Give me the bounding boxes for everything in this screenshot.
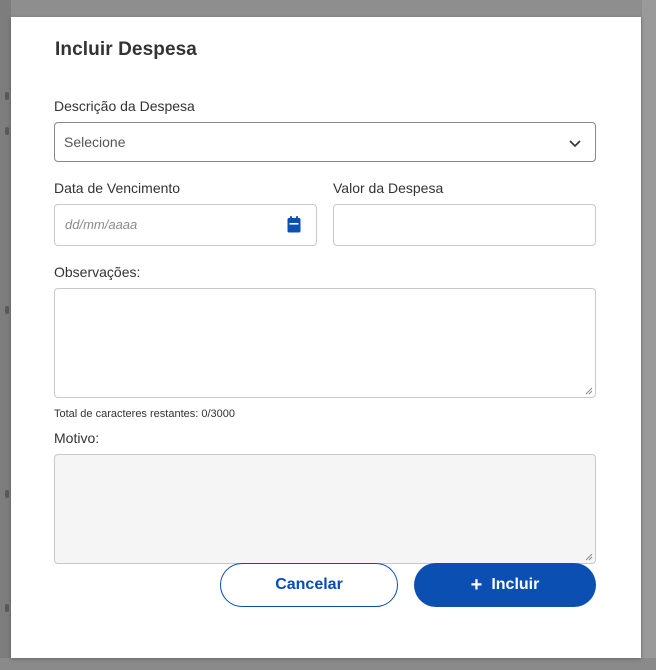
add-button-label: Incluir <box>491 576 540 593</box>
plus-icon: + <box>470 574 483 596</box>
valor-label: Valor da Despesa <box>333 180 444 196</box>
valor-input[interactable] <box>333 204 596 246</box>
motivo-textarea <box>54 454 596 564</box>
descricao-select[interactable]: Selecione <box>54 122 596 162</box>
dialog-title: Incluir Despesa <box>55 39 197 60</box>
calendar-icon[interactable] <box>287 216 301 233</box>
vencimento-label: Data de Vencimento <box>54 180 181 196</box>
cancel-button-label: Cancelar <box>275 576 343 593</box>
chevron-down-icon <box>569 140 581 148</box>
resize-grip-icon <box>585 553 593 561</box>
page-backdrop-bottom <box>0 658 656 670</box>
cancel-button[interactable]: Cancelar <box>220 563 398 607</box>
observacoes-label: Observações: <box>54 264 141 280</box>
observacoes-textarea[interactable] <box>54 288 596 398</box>
motivo-label: Motivo: <box>54 430 100 446</box>
descricao-label: Descrição da Despesa <box>54 98 195 114</box>
descricao-select-value: Selecione <box>64 134 126 150</box>
vencimento-placeholder: dd/mm/aaaa <box>65 217 138 232</box>
page-backdrop-right <box>642 0 656 670</box>
character-counter: Total de caracteres restantes: 0/3000 <box>54 408 235 420</box>
vencimento-date-input[interactable]: dd/mm/aaaa <box>54 204 317 246</box>
resize-grip-icon[interactable] <box>585 387 593 395</box>
add-button[interactable]: + Incluir <box>414 563 596 607</box>
page-backdrop-left <box>0 0 11 670</box>
add-expense-dialog: Incluir Despesa Descrição da Despesa Sel… <box>11 17 641 658</box>
